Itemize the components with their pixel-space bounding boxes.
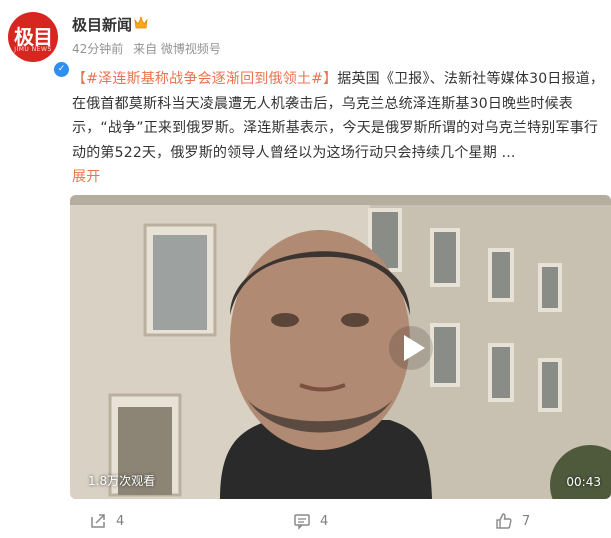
video-duration: 00:43 bbox=[566, 475, 601, 489]
avatar[interactable]: 极目 JIMU NEWS ✓ bbox=[8, 12, 71, 79]
expand-button[interactable]: 展开 bbox=[72, 169, 100, 185]
hashtag-link[interactable]: #泽连斯基称战争会逐渐回到俄领土# bbox=[86, 71, 323, 87]
video-player[interactable]: 1.8万次观看 00:43 bbox=[70, 195, 611, 499]
comment-count: 4 bbox=[320, 513, 329, 529]
comment-button[interactable]: 4 bbox=[293, 511, 328, 531]
play-icon[interactable] bbox=[387, 324, 435, 372]
video-view-count: 1.8万次观看 bbox=[88, 474, 156, 488]
avatar-logo-subtext: JIMU NEWS bbox=[14, 46, 52, 53]
crown-icon[interactable] bbox=[133, 15, 149, 31]
share-button[interactable]: 4 bbox=[89, 511, 124, 531]
post-source[interactable]: 来自 微博视频号 bbox=[133, 42, 221, 56]
post-text: 【#泽连斯基称战争会逐渐回到俄领土#】据英国《卫报》、法新社等媒体30日报道，在… bbox=[72, 67, 608, 190]
hashtag-bracket-close: 】 bbox=[323, 71, 338, 87]
thumbs-up-icon bbox=[496, 513, 512, 529]
verified-badge-icon: ✓ bbox=[52, 60, 71, 79]
author-name[interactable]: 极目新闻 bbox=[72, 14, 132, 35]
like-button[interactable]: 7 bbox=[495, 511, 530, 531]
video-thumbnail bbox=[70, 195, 611, 499]
post-meta: 42分钟前 来自 微博视频号 bbox=[72, 40, 227, 57]
like-count: 7 bbox=[522, 513, 531, 529]
hashtag-bracket-open: 【 bbox=[72, 71, 87, 87]
share-icon bbox=[91, 514, 105, 528]
post-time[interactable]: 42分钟前 bbox=[72, 42, 123, 56]
share-count: 4 bbox=[116, 513, 125, 529]
comment-icon bbox=[294, 514, 310, 530]
